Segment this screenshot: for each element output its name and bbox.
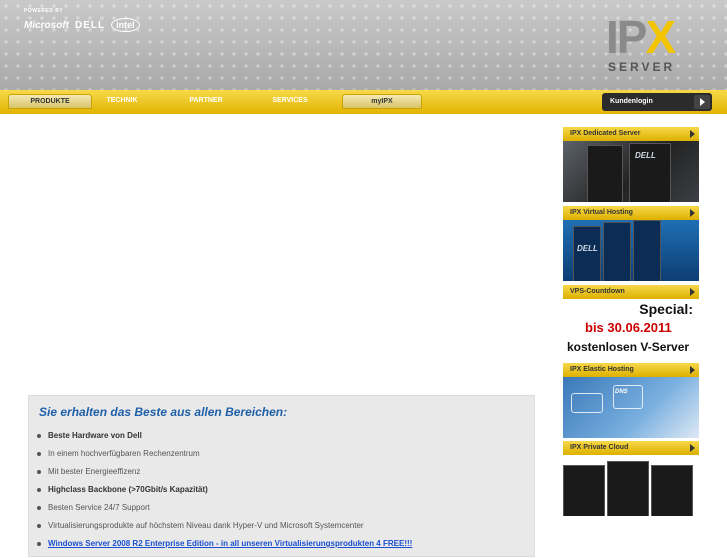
list-item: Virtualisierungsprodukte auf höchstem Ni… <box>37 522 412 540</box>
ipx-server-logo[interactable]: IPX SERVER <box>604 14 696 76</box>
arrow-right-icon <box>694 95 710 109</box>
sidebar-link-virtual-hosting[interactable]: IPX Virtual Hosting <box>563 206 699 220</box>
server-rack-icon <box>573 226 601 281</box>
intel-logo: intel <box>111 18 140 32</box>
special-offer: kostenlosen V-Server <box>567 340 690 354</box>
header: POWERED BY Microsoft DELL intel IPX SERV… <box>0 0 727 90</box>
sidebar-link-elastic-hosting[interactable]: IPX Elastic Hosting <box>563 363 699 377</box>
benefits-box: Sie erhalten das Beste aus allen Bereich… <box>28 395 535 557</box>
private-cloud-image[interactable] <box>563 455 699 516</box>
special-date: bis 30.06.2011 <box>585 320 672 335</box>
logo-subtext: SERVER <box>608 60 676 74</box>
dedicated-server-image[interactable]: DELL <box>563 141 699 202</box>
microsoft-logo: Microsoft <box>24 19 69 31</box>
partner-logos: Microsoft DELL intel <box>24 18 140 32</box>
tab-technik[interactable]: TECHNIK <box>92 94 152 107</box>
list-item: In einem hochverfügbaren Rechenzentrum <box>37 450 412 468</box>
kundenlogin-label: Kundenlogin <box>610 98 653 105</box>
kundenlogin-button[interactable]: Kundenlogin <box>602 93 712 111</box>
sidebar-link-vps-countdown[interactable]: VPS-Countdown <box>563 285 699 299</box>
list-item: Highclass Backbone (>70Gbit/s Kapazität) <box>37 486 412 504</box>
benefits-title: Sie erhalten das Beste aus allen Bereich… <box>39 405 288 419</box>
list-item: Beste Hardware von Dell <box>37 432 412 450</box>
server-rack-icon <box>587 145 623 202</box>
special-label: Special: <box>639 301 693 317</box>
sidebar-link-private-cloud[interactable]: IPX Private Cloud <box>563 441 699 455</box>
dell-badge: DELL <box>635 151 656 160</box>
tab-produkte[interactable]: PRODUKTE <box>8 94 92 109</box>
elastic-hosting-image[interactable]: DNS <box>563 377 699 438</box>
tab-partner[interactable]: PARTNER <box>176 94 236 107</box>
dell-logo: DELL <box>75 19 106 31</box>
powered-by-label: POWERED BY <box>24 8 64 14</box>
server-rack-icon <box>633 220 661 281</box>
sidebar-link-dedicated-server[interactable]: IPX Dedicated Server <box>563 127 699 141</box>
server-rack-icon <box>603 222 631 281</box>
list-item: Mit bester Energieeffizenz <box>37 468 412 486</box>
server-rack-icon <box>563 465 605 516</box>
server-rack-icon <box>651 465 693 516</box>
tab-myipx[interactable]: myIPX <box>342 94 422 109</box>
windows-server-link[interactable]: Windows Server 2008 R2 Enterprise Editio… <box>37 540 412 558</box>
vps-special-banner[interactable]: Special: bis 30.06.2011 kostenlosen V-Se… <box>563 299 699 358</box>
benefits-list: Beste Hardware von Dell In einem hochver… <box>37 432 412 558</box>
dell-badge: DELL <box>577 244 598 253</box>
diagram-sketch <box>571 393 603 413</box>
list-item: Besten Service 24/7 Support <box>37 504 412 522</box>
tab-services[interactable]: SERVICES <box>260 94 320 107</box>
dns-label: DNS <box>615 389 628 395</box>
server-rack-icon <box>607 461 649 516</box>
virtual-hosting-image[interactable]: DELL <box>563 220 699 281</box>
logo-text: IPX <box>606 11 676 63</box>
